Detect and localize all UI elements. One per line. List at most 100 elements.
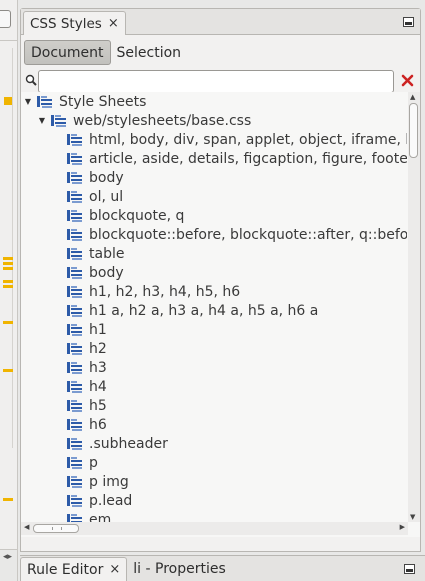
tab-label: CSS Styles	[30, 15, 102, 32]
rule-selector-label: h1 a, h2 a, h3 a, h4 a, h5 a, h6 a	[89, 302, 319, 319]
tree-node-file[interactable]: ▼ web/stylesheets/base.css	[21, 111, 407, 130]
tab-css-styles[interactable]: CSS Styles ×	[23, 11, 126, 35]
rule-selector-label: html, body, div, span, applet, object, i…	[89, 131, 407, 148]
rule-selector-label: h3	[89, 359, 107, 376]
change-marker[interactable]	[3, 321, 13, 324]
css-rule-icon	[67, 133, 82, 146]
rule-selector-label: blockquote::before, blockquote::after, q…	[89, 226, 407, 243]
panel-tab-bar: CSS Styles ×	[21, 9, 420, 35]
clear-filter-icon[interactable]	[401, 74, 414, 87]
vertical-scroll-thumb[interactable]	[409, 103, 418, 158]
css-rule-icon	[67, 228, 82, 241]
minimize-bottom-button[interactable]	[404, 564, 415, 574]
document-toggle-button[interactable]: Document	[24, 40, 111, 65]
change-marker[interactable]	[3, 285, 13, 288]
css-rule-icon	[67, 209, 82, 222]
css-rule-icon	[67, 342, 82, 355]
minimize-panel-button[interactable]	[403, 17, 414, 27]
expand-arrow-icon[interactable]: ▼	[37, 116, 47, 125]
rule-selector-label: blockquote, q	[89, 207, 185, 224]
tree-node-rule[interactable]: blockquote, q	[21, 206, 407, 225]
tree-node-rule[interactable]: h3	[21, 358, 407, 377]
rule-selector-label: h6	[89, 416, 107, 433]
tree-node-style-sheets[interactable]: ▼ Style Sheets	[21, 92, 407, 111]
tree-node-rule[interactable]: ol, ul	[21, 187, 407, 206]
rule-selector-label: p img	[89, 473, 129, 490]
tree-node-rule[interactable]: h5	[21, 396, 407, 415]
tree-node-label: Style Sheets	[59, 93, 147, 110]
tree-content: ▼ Style Sheets ▼ web/stylesheets/base.cs…	[21, 92, 407, 529]
css-rule-icon	[67, 323, 82, 336]
change-marker[interactable]	[3, 257, 13, 260]
tree-node-rule[interactable]: article, aside, details, figcaption, fig…	[21, 149, 407, 168]
tab-rule-editor[interactable]: Rule Editor ×	[20, 557, 128, 581]
tab-label: Rule Editor	[27, 561, 104, 578]
css-rule-icon	[67, 266, 82, 279]
scroll-right-icon[interactable]: ▶	[400, 523, 405, 531]
rule-selector-label: h5	[89, 397, 107, 414]
scroll-up-icon[interactable]: ▲	[410, 93, 415, 101]
change-marker[interactable]	[3, 280, 13, 283]
tree-node-rule[interactable]: h1	[21, 320, 407, 339]
tree-node-rule[interactable]: .subheader	[21, 434, 407, 453]
tree-node-rule[interactable]: html, body, div, span, applet, object, i…	[21, 130, 407, 149]
style-sheets-tree: ▼ Style Sheets ▼ web/stylesheets/base.cs…	[21, 92, 420, 537]
scroll-left-icon[interactable]: ◀	[24, 523, 29, 531]
scroll-arrow-icon[interactable]: ◂▸	[3, 552, 12, 562]
tree-node-rule[interactable]: p	[21, 453, 407, 472]
strip-line	[12, 48, 13, 448]
css-rule-icon	[67, 399, 82, 412]
rule-selector-label: article, aside, details, figcaption, fig…	[89, 150, 407, 167]
expand-arrow-icon[interactable]: ▼	[23, 97, 33, 106]
tree-node-rule[interactable]: table	[21, 244, 407, 263]
css-rule-icon	[67, 361, 82, 374]
horizontal-scroll-thumb[interactable]	[33, 524, 79, 533]
change-marker[interactable]	[3, 262, 13, 265]
restore-editor-button[interactable]	[0, 10, 11, 28]
tree-node-rule[interactable]: h2	[21, 339, 407, 358]
tree-node-rule[interactable]: h1, h2, h3, h4, h5, h6	[21, 282, 407, 301]
tree-node-rule[interactable]: h4	[21, 377, 407, 396]
horizontal-scrollbar[interactable]: ◀ ▶	[21, 522, 408, 535]
rule-selector-label: ol, ul	[89, 188, 124, 205]
change-marker[interactable]	[3, 369, 13, 372]
tree-node-rule[interactable]: h1 a, h2 a, h3 a, h4 a, h5 a, h6 a	[21, 301, 407, 320]
stylesheet-file-icon	[51, 114, 66, 127]
css-rule-icon	[67, 152, 82, 165]
rule-selector-label: table	[89, 245, 125, 262]
css-rule-icon	[67, 247, 82, 260]
css-rule-icon	[67, 494, 82, 507]
css-rule-icon	[67, 190, 82, 203]
change-marker[interactable]	[3, 267, 13, 270]
error-marker[interactable]	[4, 97, 12, 105]
tree-node-rule[interactable]: blockquote::before, blockquote::after, q…	[21, 225, 407, 244]
vertical-scrollbar[interactable]: ▲ ▼	[408, 92, 420, 522]
css-rule-icon	[67, 418, 82, 431]
tab-properties[interactable]: li - Properties	[127, 557, 231, 581]
css-rule-icon	[67, 171, 82, 184]
css-styles-panel: CSS Styles × Document Selection ▼ Style …	[20, 8, 421, 552]
rule-selector-label: p.lead	[89, 492, 133, 509]
css-rule-icon	[67, 475, 82, 488]
tree-node-rule[interactable]: h6	[21, 415, 407, 434]
tree-node-rule[interactable]: p img	[21, 472, 407, 491]
scroll-down-icon[interactable]: ▼	[410, 513, 415, 521]
selection-toggle-button[interactable]: Selection	[111, 40, 188, 65]
strip-divider	[0, 40, 17, 41]
rule-selector-label: .subheader	[89, 435, 168, 452]
tree-node-rule[interactable]: body	[21, 263, 407, 282]
tree-node-rule[interactable]: body	[21, 168, 407, 187]
css-rule-icon	[67, 437, 82, 450]
css-rule-icon	[67, 380, 82, 393]
css-rule-icon	[67, 456, 82, 469]
rule-selector-label: h2	[89, 340, 107, 357]
rule-selector-label: body	[89, 169, 124, 186]
filter-input[interactable]	[38, 70, 394, 93]
tree-node-rule[interactable]: p.lead	[21, 491, 407, 510]
tree-node-label: web/stylesheets/base.css	[73, 112, 252, 129]
change-marker[interactable]	[3, 498, 13, 501]
stylesheets-icon	[37, 95, 52, 108]
close-icon[interactable]: ×	[109, 563, 120, 576]
close-icon[interactable]: ×	[108, 17, 119, 30]
editor-margin-strip: ◂▸	[0, 0, 18, 581]
